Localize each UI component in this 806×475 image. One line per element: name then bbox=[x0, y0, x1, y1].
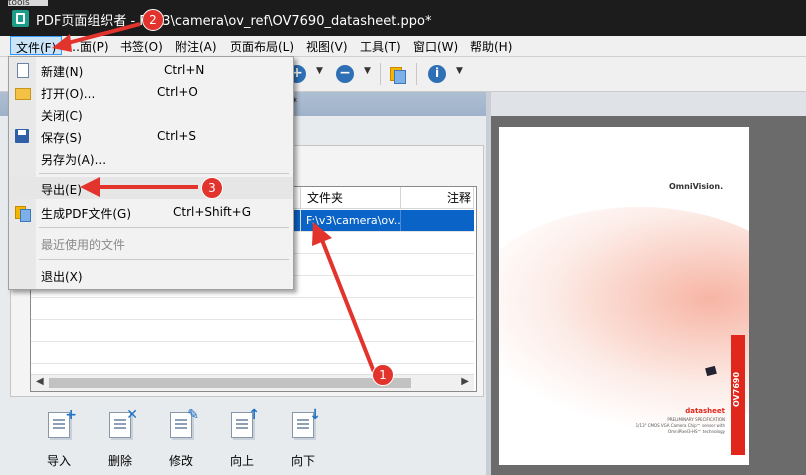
annotation-badge-3: 3 bbox=[201, 177, 223, 199]
arrow-3-head bbox=[80, 177, 100, 197]
annotation-badge-1: 1 bbox=[372, 364, 394, 386]
arrow-2-head bbox=[52, 34, 72, 52]
annotation-badge-2: 2 bbox=[142, 9, 164, 31]
arrow-2-line bbox=[63, 22, 141, 46]
arrow-1-line bbox=[320, 239, 376, 373]
annotation-arrows bbox=[52, 22, 376, 373]
